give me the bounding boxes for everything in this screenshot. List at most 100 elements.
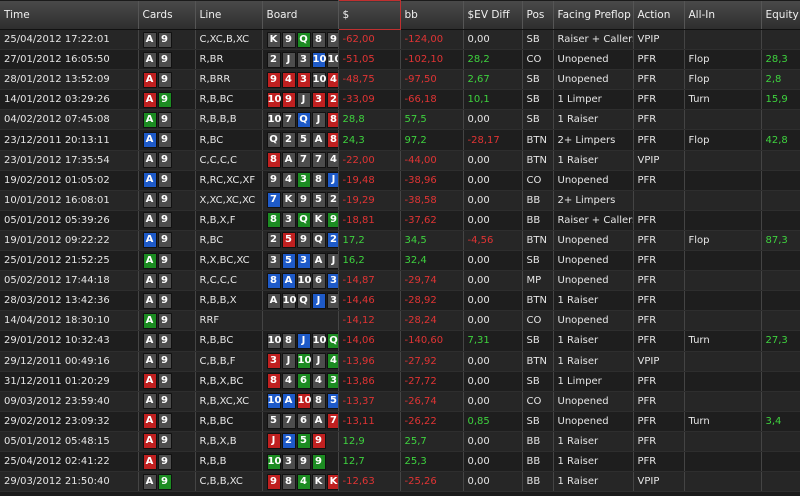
col-header-time[interactable]: Time (0, 0, 139, 30)
table-row[interactable]: 31/12/2011 01:20:29 A 9 R,B,X,BC 8 4 6 4 3 -13,86… (0, 371, 800, 392)
table-row[interactable]: 28/01/2012 13:52:09 A 9 R,BRR 9 4 3 10 4 -48,75 -9… (0, 69, 800, 91)
playing-card: 7 (326, 413, 337, 430)
cell-equity: 28,3 (761, 49, 800, 71)
playing-card: 9 (157, 413, 172, 430)
cell-line: R,B,B (195, 451, 263, 473)
col-header-action[interactable]: Action (633, 0, 685, 30)
cell-bb: -124,00 (400, 29, 464, 51)
col-header-bb[interactable]: bb (400, 0, 464, 30)
table-row[interactable]: 09/03/2012 23:59:40 A 9 R,B,XC,XC 10 A 10 8 5 -13… (0, 391, 800, 412)
cell-time: 29/01/2012 10:32:43 (0, 330, 139, 352)
playing-card: 5 (266, 413, 281, 430)
playing-card: A (142, 152, 157, 169)
cell-usd: 12,7 (338, 451, 401, 473)
cell-facing: 2+ Limpers (553, 129, 634, 151)
cell-action: VPIP (633, 471, 685, 493)
playing-card: 9 (296, 232, 311, 249)
playing-card: 4 (326, 71, 337, 88)
playing-card: 2 (326, 91, 337, 108)
cell-all-in (684, 451, 762, 473)
cell-action: PFR (633, 270, 685, 292)
playing-card: 9 (157, 353, 172, 370)
col-header-usd-sorted[interactable]: $ (337, 0, 401, 30)
table-row[interactable]: 29/03/2012 21:50:40 A 9 C,B,B,XC 9 8 4 K K -12,63… (0, 471, 800, 493)
cell-equity (761, 431, 800, 452)
cell-ev-diff: 0,00 (463, 270, 523, 292)
col-header-line[interactable]: Line (195, 0, 263, 30)
playing-card: 8 (326, 111, 337, 128)
playing-card: Q (296, 31, 311, 48)
cell-all-in (684, 109, 762, 131)
table-row[interactable]: 10/01/2012 16:08:01 A 9 X,XC,XC,XC 7 K 9 5 2 -19,… (0, 190, 800, 211)
playing-card: 9 (157, 332, 172, 349)
playing-card: 9 (266, 172, 281, 189)
col-header-pos[interactable]: Pos (522, 0, 554, 30)
table-row[interactable]: 25/04/2012 17:22:01 A 9 C,XC,B,XC K 9 Q 8 9 -62,0… (0, 29, 800, 51)
table-row[interactable]: 23/12/2011 20:13:11 A 9 R,BC Q 2 5 A 8 24,3 97,2 -2… (0, 129, 800, 151)
table-row[interactable]: 05/02/2012 17:44:18 A 9 R,C,C,C 8 A 10 6 3 -14,87… (0, 270, 800, 292)
table-row[interactable]: 25/04/2012 02:41:22 A 9 R,B,B 10 3 9 9 12,7 25,3 0… (0, 451, 800, 473)
playing-card: 9 (157, 71, 172, 88)
cell-action: PFR (633, 89, 685, 111)
cell-bb: 25,7 (400, 431, 464, 452)
table-row[interactable]: 23/01/2012 17:35:54 A 9 C,C,C,C 8 A 7 7 4 -22,00-… (0, 150, 800, 171)
cell-bb: -44,00 (400, 150, 464, 171)
table-row[interactable]: 19/02/2012 01:05:02 A 9 R,RC,XC,XF 9 4 3 8 J -19,… (0, 170, 800, 191)
header-row: Time Cards Line Board $ bb $EV Diff Pos … (0, 0, 800, 30)
cell-time: 27/01/2012 16:05:50 (0, 49, 139, 71)
cell-usd: -13,37 (338, 391, 401, 412)
playing-card: 10 (296, 393, 311, 410)
table-row[interactable]: 04/02/2012 07:45:08 A 9 R,B,B,B 10 7 Q J 8 28,8 57… (0, 109, 800, 131)
col-header-cards[interactable]: Cards (138, 0, 196, 30)
table-row[interactable]: 29/02/2012 23:09:32 A 9 R,B,BC 5 7 6 A 7 -13,11 -2… (0, 411, 800, 432)
cell-board: 984KK (262, 471, 339, 493)
cell-line: C,B,B,XC (195, 471, 263, 493)
cell-cards: A9 (138, 109, 196, 131)
playing-card: 3 (296, 172, 311, 189)
cell-line: R,B,X,F (195, 210, 263, 231)
table-row[interactable]: 28/03/2012 13:42:36 A 9 R,B,B,X A 10 Q J 3 -14,46… (0, 290, 800, 312)
cell-board: 353AJ (262, 250, 339, 272)
table-row[interactable]: 05/01/2012 05:39:26 A 9 R,B,X,F 8 3 Q K 9 -18,81-… (0, 210, 800, 231)
playing-card: A (142, 473, 157, 490)
cell-action: PFR (633, 230, 685, 252)
cell-bb: 57,5 (400, 109, 464, 131)
table-row[interactable]: 05/01/2012 05:48:15 A 9 R,B,X,B J 2 5 9 12,9 25,7… (0, 431, 800, 452)
table-row[interactable]: 27/01/2012 16:05:50A9R,BR2J31010-51,05-1… (0, 49, 800, 71)
table-row[interactable]: 14/04/2012 18:30:10 A 9 RRF -14,12 -28,24 0,00… (0, 310, 800, 332)
cell-all-in (684, 290, 762, 312)
col-header-ev-diff[interactable]: $EV Diff (463, 0, 523, 30)
table-row[interactable]: 14/01/2012 03:29:26 A 9 R,B,BC 10 9 J 3 2 -33,09-… (0, 89, 800, 111)
playing-card: J (296, 91, 311, 108)
table-row[interactable]: 19/01/2012 09:22:22 A 9 R,BC 2 5 9 Q 2 17,2 34,5 -4… (0, 230, 800, 252)
table-row[interactable]: 29/12/2011 00:49:16 A 9 C,B,B,F 3 J 10 J 4 -13,96… (0, 351, 800, 372)
playing-card: 7 (281, 413, 296, 430)
playing-card: A (142, 192, 157, 209)
cell-facing: 1 Limper (553, 89, 634, 111)
col-header-equity[interactable]: Equity % (761, 0, 800, 30)
cell-bb: -38,96 (400, 170, 464, 191)
playing-card: 8 (311, 393, 326, 410)
col-header-all-in[interactable]: All-In (684, 0, 762, 30)
playing-card: 5 (281, 252, 296, 269)
cell-usd: -48,75 (338, 69, 401, 91)
playing-card: A (142, 51, 157, 68)
cell-line: C,B,B,F (195, 351, 263, 372)
col-header-facing-preflop[interactable]: Facing Preflop (553, 0, 634, 30)
cell-usd: -19,29 (338, 190, 401, 211)
playing-card: 9 (157, 91, 172, 108)
cell-board: 259Q2 (262, 230, 339, 252)
cell-board: 2J31010 (262, 49, 339, 71)
table-row[interactable]: 29/01/2012 10:32:43 A 9 R,B,BC 10 8 J 10 Q -14,06… (0, 330, 800, 352)
col-header-board[interactable]: Board (262, 0, 339, 30)
cell-board (262, 310, 339, 332)
cell-time: 04/02/2012 07:45:08 (0, 109, 139, 131)
cell-time: 29/02/2012 23:09:32 (0, 411, 139, 432)
playing-card: Q (296, 292, 311, 309)
playing-card: 9 (157, 111, 172, 128)
cell-ev-diff: 0,00 (463, 431, 523, 452)
cell-equity (761, 270, 800, 292)
cell-all-in: Flop (684, 49, 762, 71)
table-row[interactable]: 25/01/2012 21:52:25 A 9 R,X,BC,XC 3 5 3 A J 16,2 3… (0, 250, 800, 272)
cell-line: R,BC (195, 129, 263, 151)
